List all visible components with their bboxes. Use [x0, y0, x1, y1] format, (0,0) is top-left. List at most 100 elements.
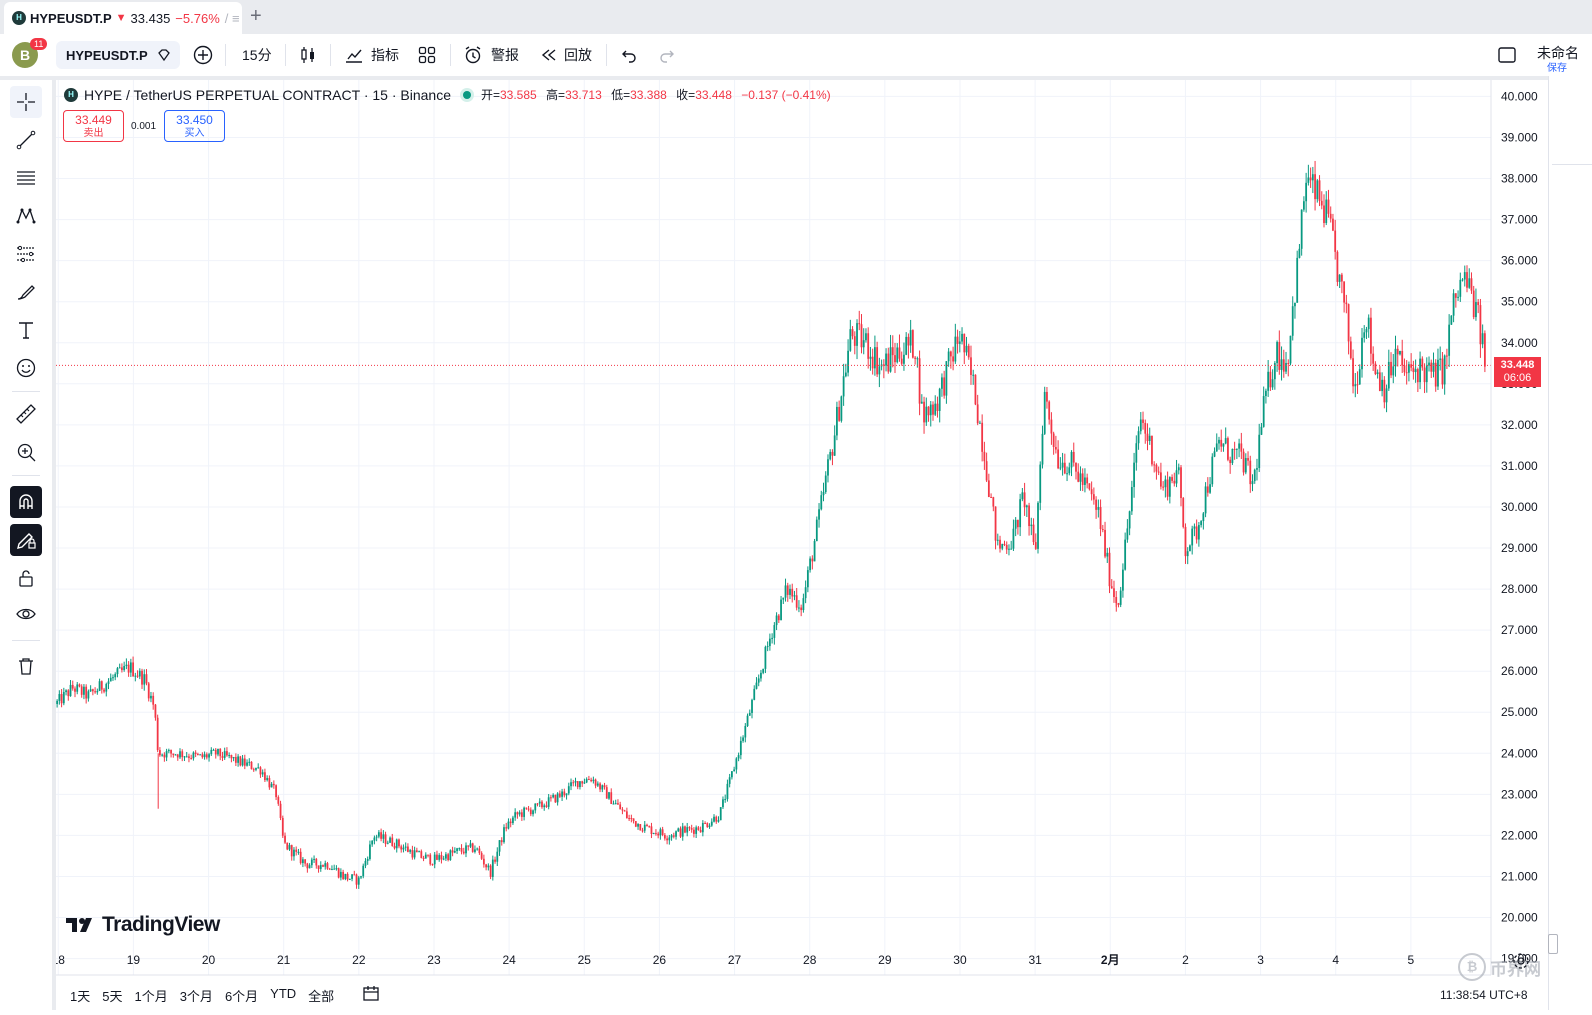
spread-value: 0.001 [131, 121, 157, 132]
measure-tool[interactable] [10, 398, 42, 430]
candle-body [514, 812, 517, 818]
candle-body [829, 451, 832, 460]
hide-drawings-tool[interactable] [10, 598, 42, 630]
brush-tool[interactable] [10, 276, 42, 308]
candle-body [1367, 317, 1370, 330]
candle-body [659, 829, 662, 836]
legend-title[interactable]: HYPE / TetherUS PERPETUAL CONTRACT · 15 … [84, 87, 451, 103]
crosshair-tool[interactable] [10, 86, 42, 118]
xabcd-pattern-icon [16, 208, 36, 224]
undo-button[interactable] [620, 34, 638, 76]
text-tool[interactable] [10, 314, 42, 346]
candle-body [252, 769, 255, 771]
candle-body [764, 646, 767, 669]
candle-body [1452, 293, 1455, 316]
candle-body [865, 333, 867, 341]
candle-body [429, 854, 432, 865]
toolbar-symbol: HYPEUSDT.P [66, 47, 148, 63]
candle-body [1122, 569, 1124, 591]
candle-body [284, 835, 286, 843]
candle-body [1095, 499, 1098, 510]
magnet-mode-tool[interactable] [10, 486, 42, 518]
candle-body [1349, 341, 1352, 359]
range-button[interactable]: 3个月 [180, 986, 213, 1005]
symbol-search-button[interactable]: HYPEUSDT.P [56, 34, 180, 76]
candle-body [1191, 528, 1194, 546]
calendar-icon[interactable] [362, 984, 380, 1002]
candle-body [1204, 486, 1207, 514]
layouts-button[interactable] [418, 34, 436, 76]
range-button[interactable]: 1个月 [134, 986, 167, 1005]
candle-body [1325, 199, 1328, 223]
range-button[interactable]: 6个月 [225, 986, 258, 1005]
remove-drawings-tool[interactable] [10, 650, 42, 682]
range-button[interactable]: 1天 [70, 986, 90, 1005]
range-button[interactable]: YTD [270, 986, 296, 1005]
new-tab-button[interactable]: + [250, 5, 262, 28]
chart-settings-button[interactable] [1511, 951, 1531, 976]
candle-body [666, 838, 669, 841]
price-chart[interactable]: 40.000 39.000 38.000 37.000 36.000 35.000 34.0… [52, 80, 1548, 1010]
candle-body [1323, 205, 1325, 223]
candle-body [527, 808, 530, 810]
indicators-button[interactable]: 指标 [344, 34, 399, 76]
emoji-tool[interactable] [10, 352, 42, 384]
candle-body [1104, 529, 1106, 557]
interval-button[interactable]: 15分 [242, 34, 272, 76]
replay-button[interactable]: 回放 [540, 34, 592, 76]
candle-body [281, 817, 284, 836]
candle-body [693, 829, 695, 834]
lock-drawings-tool[interactable] [10, 562, 42, 594]
sell-button[interactable]: 33.449 卖出 [63, 110, 124, 142]
ruler-icon [16, 404, 36, 424]
trend-line-tool[interactable] [10, 124, 42, 156]
candle-body [929, 404, 932, 416]
scroll-handle[interactable] [1548, 934, 1558, 954]
candle-body [1347, 304, 1350, 342]
candle-body [1262, 396, 1265, 427]
low-label: 低= [611, 88, 631, 102]
browser-tab[interactable]: H HYPEUSDT.P ▼ 33.435 −5.76% / ≡ [4, 2, 242, 34]
candle-body [190, 757, 193, 759]
candle-body [1157, 471, 1160, 473]
candle-body [1202, 513, 1205, 522]
zoom-tool[interactable] [10, 436, 42, 468]
clock-time[interactable]: 11:38:54 UTC+8 [1440, 988, 1528, 1002]
candle-body [76, 684, 79, 692]
user-avatar[interactable]: B 11 [12, 34, 48, 76]
candle-body [827, 459, 829, 476]
candle-body [348, 878, 351, 880]
candle-body [1434, 362, 1437, 387]
notification-badge: 11 [30, 38, 48, 50]
candle-body [630, 818, 633, 820]
candle-body [308, 865, 311, 869]
range-button[interactable]: 5天 [102, 986, 122, 1005]
alerts-button[interactable]: 警报 [463, 34, 519, 76]
fullscreen-button[interactable] [1497, 34, 1517, 76]
candle-body [1269, 371, 1272, 388]
fib-tool[interactable] [10, 162, 42, 194]
range-button[interactable]: 全部 [308, 986, 334, 1005]
chart-type-button[interactable] [298, 34, 318, 76]
candle-body [1088, 483, 1091, 490]
tradingview-logo[interactable]: TradingView [66, 913, 220, 937]
chart-pane[interactable]: 40.000 39.000 38.000 37.000 36.000 35.000 34.0… [52, 80, 1548, 1010]
buy-button[interactable]: 33.450 买入 [164, 110, 225, 142]
redo-button[interactable] [658, 34, 676, 76]
candle-body [1466, 272, 1468, 288]
candle-body [89, 689, 92, 692]
candle-body [529, 809, 532, 815]
save-label[interactable]: 保存 [1547, 59, 1567, 74]
candle-body [127, 664, 130, 673]
pattern-tool[interactable] [10, 200, 42, 232]
high-label: 高= [546, 88, 566, 102]
candle-body [840, 396, 843, 421]
candle-body [1477, 302, 1480, 306]
candle-body [954, 336, 957, 362]
candle-body [125, 664, 128, 667]
forecast-tool[interactable] [10, 238, 42, 270]
compare-symbol-button[interactable] [193, 34, 213, 76]
candle-body [1180, 467, 1182, 499]
candle-body [1428, 362, 1430, 366]
stay-in-drawing-mode-tool[interactable] [10, 524, 42, 556]
